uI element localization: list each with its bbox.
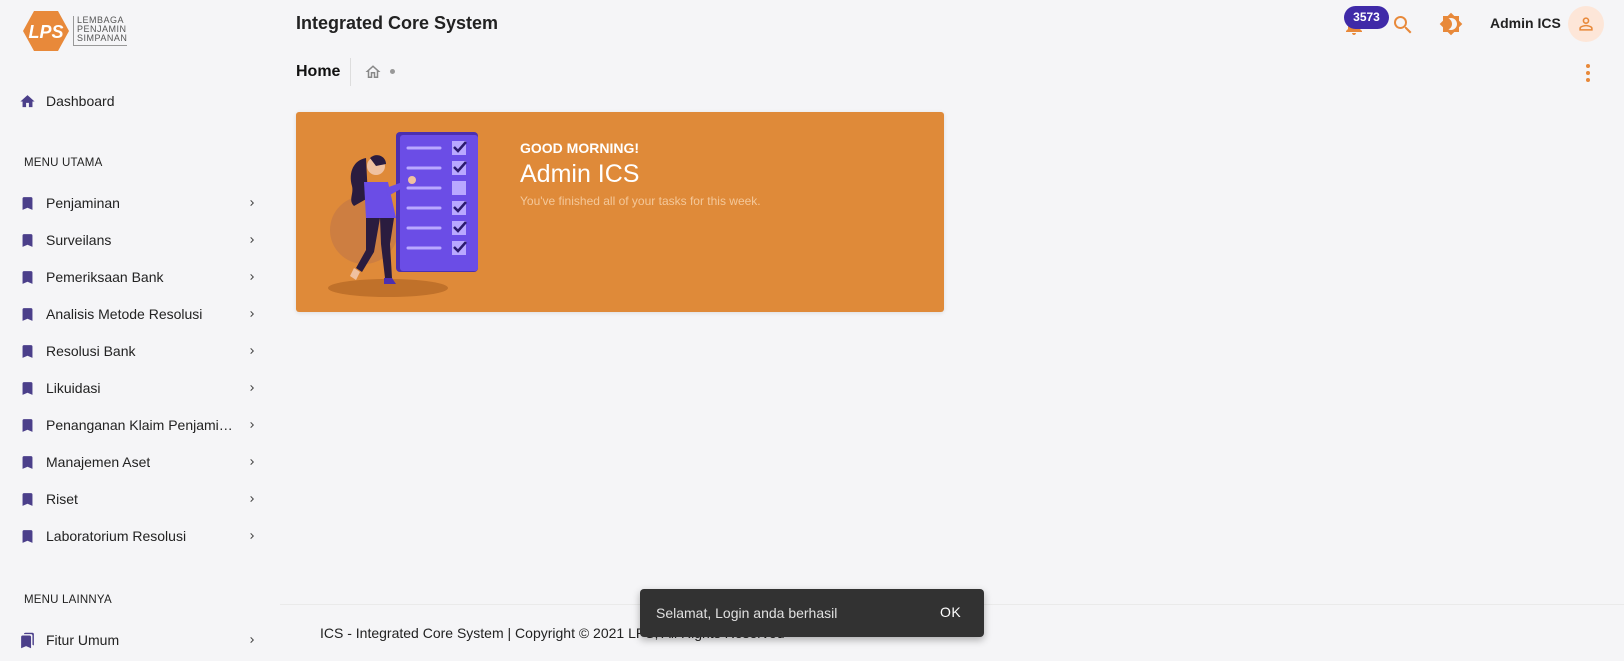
sidebar-item-label: Analisis Metode Resolusi [46, 306, 203, 322]
bookmark-icon [22, 345, 33, 358]
sidebar-item-label: Dashboard [46, 93, 115, 109]
bookmark-icon [22, 530, 33, 543]
bookmark-icon [22, 456, 33, 469]
svg-text:LPS: LPS [28, 22, 63, 42]
notification-badge[interactable]: 3573 [1344, 6, 1389, 29]
page-title: Home [296, 63, 341, 80]
welcome-subtitle: You've finished all of your tasks for th… [520, 194, 761, 208]
breadcrumb-home-icon[interactable] [364, 63, 382, 81]
breadcrumb-divider [350, 58, 351, 86]
sidebar: LPS LEMBAGA PENJAMIN SIMPANAN Dashboard … [0, 0, 280, 661]
chevron-right-icon [250, 533, 254, 539]
bookmark-icon [22, 382, 33, 395]
chevron-right-icon [250, 385, 254, 391]
app-title: Integrated Core System [296, 13, 499, 33]
bookmark-icon [22, 271, 33, 284]
bookmark-icon [22, 234, 33, 247]
sidebar-item-resolusi-bank[interactable]: Resolusi Bank [0, 333, 270, 369]
chevron-right-icon [250, 348, 254, 354]
bookmark-icon [22, 493, 33, 506]
welcome-greeting: GOOD MORNING! [520, 140, 639, 156]
chevron-right-icon [250, 459, 254, 465]
chevron-right-icon [250, 274, 254, 280]
chevron-right-icon [250, 200, 254, 206]
search-icon[interactable] [1391, 13, 1415, 37]
section-title-main: MENU UTAMA [24, 157, 103, 169]
bookmarks-icon [21, 632, 34, 649]
logo-text: LEMBAGA PENJAMIN SIMPANAN [73, 16, 128, 46]
chevron-right-icon [250, 496, 254, 502]
bookmark-icon [22, 308, 33, 321]
sidebar-item-label: Pemeriksaan Bank [46, 269, 164, 285]
home-icon [20, 95, 35, 108]
bookmark-icon [22, 419, 33, 432]
sidebar-item-manajemen-aset[interactable]: Manajemen Aset [0, 444, 270, 480]
sidebar-item-likuidasi[interactable]: Likuidasi [0, 370, 270, 406]
logo-line: SIMPANAN [77, 33, 128, 43]
sidebar-item-label: Resolusi Bank [46, 343, 136, 359]
sidebar-item-dashboard[interactable]: Dashboard [0, 83, 270, 119]
sidebar-item-label: Likuidasi [46, 380, 101, 396]
sidebar-item-label: Surveilans [46, 232, 112, 248]
login-snackbar: Selamat, Login anda berhasil OK [640, 589, 984, 637]
welcome-user-name: Admin ICS [520, 160, 640, 188]
sidebar-item-fitur-umum[interactable]: Fitur Umum [0, 622, 270, 658]
brightness-icon[interactable] [1439, 12, 1463, 36]
task-checklist-illustration [328, 132, 478, 297]
chevron-right-icon [250, 311, 254, 317]
sidebar-item-penanganan-klaim-penjaminan[interactable]: Penanganan Klaim Penjaminan [0, 407, 270, 443]
snackbar-message: Selamat, Login anda berhasil [656, 605, 838, 621]
sidebar-item-laboratorium-resolusi[interactable]: Laboratorium Resolusi [0, 518, 270, 554]
sidebar-item-surveilans[interactable]: Surveilans [0, 222, 270, 258]
sidebar-item-label: Manajemen Aset [46, 454, 151, 470]
lps-logo-mark: LPS [23, 11, 69, 51]
sidebar-item-label: Fitur Umum [46, 632, 120, 648]
sidebar-item-label: Laboratorium Resolusi [46, 528, 187, 544]
section-title-other: MENU LAINNYA [24, 594, 112, 606]
lps-logo[interactable]: LPS LEMBAGA PENJAMIN SIMPANAN [22, 10, 128, 52]
chevron-right-icon [250, 422, 254, 428]
sidebar-item-label: Penanganan Klaim Penjaminan [46, 417, 234, 433]
more-vert-icon[interactable] [1584, 62, 1592, 84]
breadcrumb-dot [390, 69, 395, 74]
sidebar-item-penjaminan[interactable]: Penjaminan [0, 185, 270, 221]
sidebar-item-analisis-metode-resolusi[interactable]: Analisis Metode Resolusi [0, 296, 270, 332]
sidebar-item-pemeriksaan-bank[interactable]: Pemeriksaan Bank [0, 259, 270, 295]
snackbar-ok-button[interactable]: OK [940, 604, 961, 620]
bookmark-icon [22, 197, 33, 210]
user-name[interactable]: Admin ICS [1490, 15, 1561, 31]
sidebar-item-label: Penjaminan [46, 195, 120, 211]
welcome-card: GOOD MORNING! Admin ICS You've finished … [296, 112, 944, 312]
sidebar-item-label: Riset [46, 491, 78, 507]
sidebar-item-riset[interactable]: Riset [0, 481, 270, 517]
person-icon [1579, 17, 1593, 31]
user-avatar[interactable] [1568, 6, 1604, 42]
chevron-right-icon [250, 637, 254, 643]
chevron-right-icon [250, 237, 254, 243]
